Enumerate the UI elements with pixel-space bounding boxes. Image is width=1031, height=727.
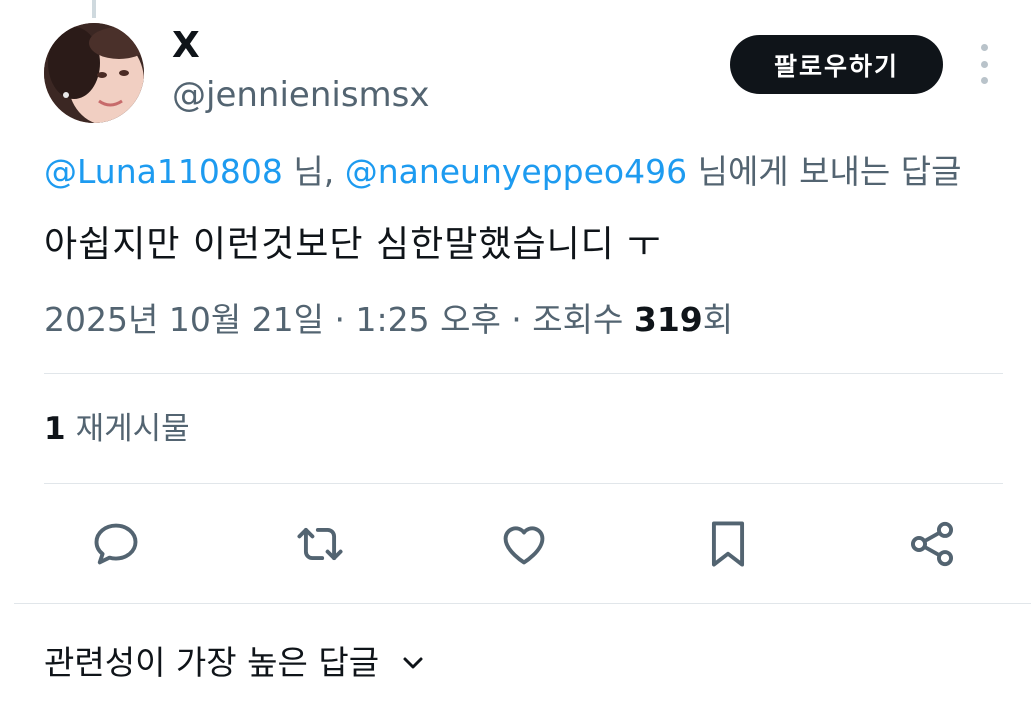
share-icon[interactable] <box>906 518 958 570</box>
reply-context-text: 님에게 보내는 답글 <box>687 152 962 191</box>
reply-icon[interactable] <box>90 518 142 570</box>
divider <box>44 373 1003 374</box>
bookmark-icon[interactable] <box>702 518 754 570</box>
repost-stat[interactable]: 1 재게시물 <box>44 405 190 453</box>
divider <box>44 483 1003 484</box>
avatar[interactable] <box>44 23 144 123</box>
author-handle[interactable]: @jennienismsx <box>172 74 430 116</box>
author-display-name[interactable]: X <box>172 26 200 66</box>
reply-sort-label: 관련성이 가장 높은 답글 <box>44 643 380 682</box>
repost-label: 재게시물 <box>75 411 190 447</box>
tweet-text: 아쉽지만 이런것보단 심한말했습니디 ㅜ <box>44 224 662 265</box>
repost-count: 1 <box>44 411 66 447</box>
reply-context-text: 님, <box>282 152 345 191</box>
divider <box>14 603 1031 604</box>
like-icon[interactable] <box>498 518 550 570</box>
reply-context: @Luna110808 님, @naneunyeppeo496 님에게 보내는 … <box>44 150 961 194</box>
more-dot <box>980 60 988 68</box>
thread-connector-line <box>92 0 96 18</box>
mention-link[interactable]: @Luna110808 <box>44 152 283 191</box>
retweet-icon[interactable] <box>294 518 346 570</box>
tweet-meta: 2025년 10월 21일 · 1:25 오후 · 조회수 319회 <box>44 296 733 344</box>
mention-link[interactable]: @naneunyeppeo496 <box>345 152 687 191</box>
follow-button[interactable]: 팔로우하기 <box>730 35 943 94</box>
reply-sort-dropdown[interactable]: 관련성이 가장 높은 답글 <box>44 638 425 688</box>
avatar-image <box>44 23 144 123</box>
chevron-down-icon <box>401 651 425 675</box>
more-dot <box>980 77 988 84</box>
tweet-timestamp[interactable]: 2025년 10월 21일 · 1:25 오후 · 조회수 <box>44 300 634 339</box>
more-dot <box>980 44 988 51</box>
view-count-suffix: 회 <box>702 300 734 339</box>
more-options-icon[interactable] <box>972 44 996 84</box>
view-count: 319 <box>633 300 703 339</box>
